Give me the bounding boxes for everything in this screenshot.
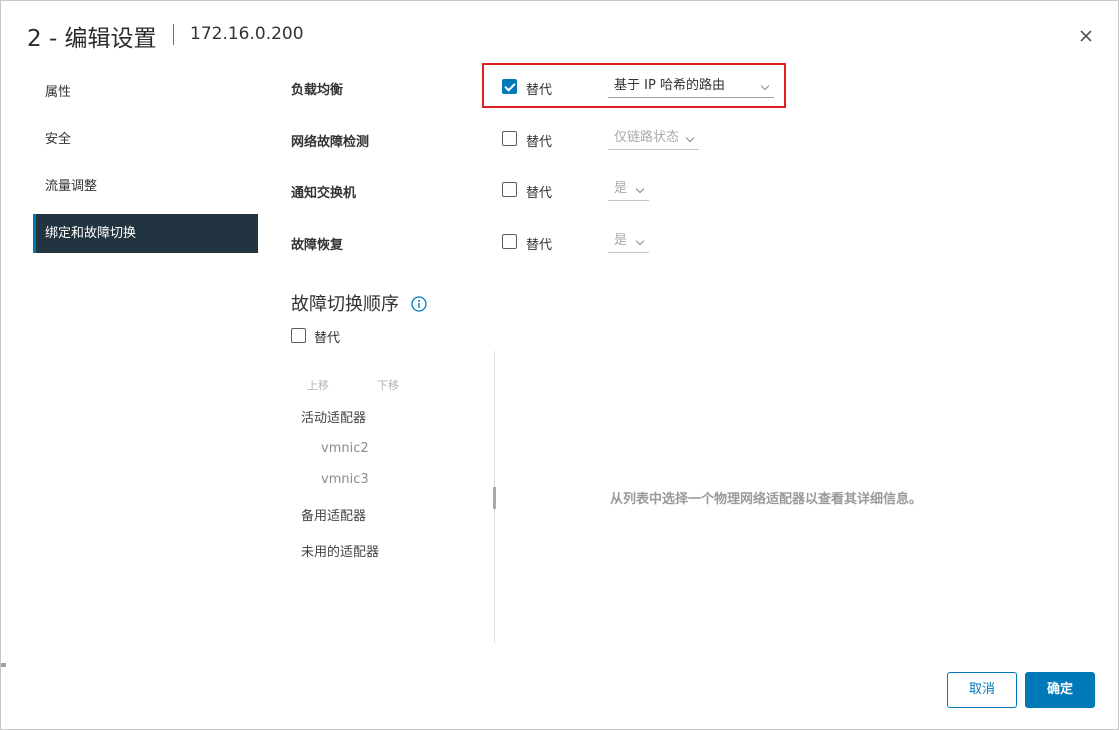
unused-adapters-group: 未用的适配器 xyxy=(301,545,380,560)
failover-order-title: 故障切换顺序 xyxy=(291,294,399,315)
network-failure-detection-select: 仅链路状态 xyxy=(608,128,699,150)
cancel-button[interactable]: 取消 xyxy=(947,672,1017,708)
adapter-list-item[interactable]: vmnic2 xyxy=(321,441,369,456)
failback-override-checkbox[interactable] xyxy=(502,234,517,249)
close-icon[interactable] xyxy=(1075,25,1097,47)
failback-label: 故障恢复 xyxy=(291,238,344,253)
ok-button[interactable]: 确定 xyxy=(1025,672,1095,708)
notify-switches-override-checkbox[interactable] xyxy=(502,182,517,197)
chevron-down-icon xyxy=(635,236,645,246)
failback-override-label: 替代 xyxy=(526,238,553,253)
move-up-button[interactable]: 上移 xyxy=(307,377,329,393)
settings-nav: 属性 安全 流量调整 绑定和故障切换 xyxy=(33,73,258,261)
adapter-detail-placeholder: 从列表中选择一个物理网络适配器以查看其详细信息。 xyxy=(610,492,923,507)
background-edge xyxy=(1,663,6,667)
highlight-annotation xyxy=(482,63,786,108)
chevron-down-icon xyxy=(635,184,645,194)
failback-select: 是 xyxy=(608,231,649,253)
standby-adapters-group: 备用适配器 xyxy=(301,509,367,524)
nav-item-traffic-shaping[interactable]: 流量调整 xyxy=(33,167,258,206)
move-down-button[interactable]: 下移 xyxy=(377,377,399,393)
pane-resize-handle[interactable] xyxy=(493,487,496,509)
load-balancing-label: 负载均衡 xyxy=(291,83,344,98)
network-failure-detection-value: 仅链路状态 xyxy=(614,130,680,145)
nav-item-security[interactable]: 安全 xyxy=(33,120,258,159)
notify-switches-value: 是 xyxy=(614,181,628,196)
title-separator xyxy=(173,24,174,45)
dialog-title: 2 - 编辑设置 xyxy=(27,26,157,52)
notify-switches-select: 是 xyxy=(608,179,649,201)
active-adapters-group: 活动适配器 xyxy=(301,411,367,426)
chevron-down-icon xyxy=(685,133,695,143)
nav-item-properties[interactable]: 属性 xyxy=(33,73,258,112)
network-failure-detection-override-label: 替代 xyxy=(526,135,553,150)
dialog-subtitle-host: 172.16.0.200 xyxy=(190,24,304,44)
adapter-list-item[interactable]: vmnic3 xyxy=(321,472,369,487)
failover-order-override-label: 替代 xyxy=(314,331,341,346)
info-icon[interactable] xyxy=(411,296,427,312)
edit-settings-dialog: 2 - 编辑设置 172.16.0.200 属性 安全 流量调整 绑定和故障切换… xyxy=(0,0,1119,730)
nav-item-teaming-failover[interactable]: 绑定和故障切换 xyxy=(33,214,258,253)
failback-value: 是 xyxy=(614,233,628,248)
failover-order-override-checkbox[interactable] xyxy=(291,328,306,343)
network-failure-detection-override-checkbox[interactable] xyxy=(502,131,517,146)
notify-switches-override-label: 替代 xyxy=(526,186,553,201)
network-failure-detection-label: 网络故障检测 xyxy=(291,135,370,150)
notify-switches-label: 通知交换机 xyxy=(291,186,357,201)
